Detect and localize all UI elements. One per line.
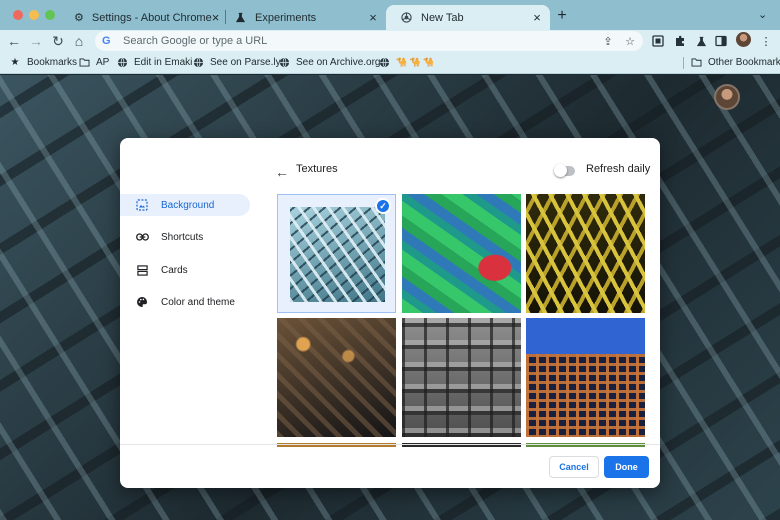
bookmark-label: See on Archive.org	[296, 56, 381, 68]
texture-tile-orange-grid-blue-sky[interactable]	[526, 318, 645, 437]
kebab-menu-icon[interactable]: ⋮	[759, 34, 773, 48]
star-icon: ★	[10, 56, 20, 68]
toolbar: ← → ↻ ⌂ G Search Google or type a URL ⇪ …	[0, 30, 780, 52]
home-icon[interactable]: ⌂	[70, 32, 88, 50]
menu-label: Shortcuts	[161, 231, 204, 243]
menu-label: Background	[161, 199, 215, 211]
bookmark-bookmarks[interactable]: ★ Bookmarks	[9, 56, 78, 68]
google-g-icon: G	[102, 35, 111, 47]
star-icon[interactable]: ☆	[621, 32, 639, 50]
globe-icon	[378, 56, 390, 68]
tab-strip: ⚙ Settings - About Chrome × Experiments …	[0, 0, 780, 30]
tab-label: New Tab	[421, 11, 464, 24]
zoom-window-button[interactable]	[45, 10, 55, 20]
back-arrow-icon[interactable]: ←	[274, 164, 290, 180]
chrome-globe-icon	[400, 11, 413, 24]
close-icon[interactable]: ×	[212, 10, 220, 25]
share-icon[interactable]: ⇪	[599, 32, 617, 50]
bookmark-edit-in-emaki[interactable]: Edit in Emaki	[116, 56, 192, 68]
bookmark-ap[interactable]: AP	[78, 56, 109, 68]
texture-tile-grey-facade[interactable]	[402, 318, 521, 437]
texture-tile-amber-lights[interactable]	[277, 318, 396, 437]
cards-icon	[135, 263, 149, 277]
bookmark-see-on-archive[interactable]: See on Archive.org	[278, 56, 381, 68]
cancel-button[interactable]: Cancel	[549, 456, 599, 478]
close-icon[interactable]: ×	[366, 10, 380, 25]
flask-icon	[234, 11, 247, 24]
bookmark-other-bookmarks[interactable]: Other Bookmarks	[690, 56, 780, 68]
tab-label: Settings - About Chrome	[91, 11, 212, 24]
sidebar-item-shortcuts[interactable]: Shortcuts	[120, 226, 250, 248]
close-window-button[interactable]	[13, 10, 23, 20]
sidebar-item-background[interactable]: Background	[120, 194, 250, 216]
texture-thumbnail	[277, 318, 396, 437]
bookmark-label: Bookmarks	[27, 56, 78, 68]
folder-icon	[78, 56, 90, 68]
selected-check-icon: ✓	[375, 198, 391, 214]
bookmarks-bar: ★ Bookmarks AP Edit in Emaki See on Pars…	[0, 52, 780, 74]
new-tab-button[interactable]: +	[555, 8, 569, 24]
globe-icon	[116, 56, 128, 68]
bookmark-label: Other Bookmarks	[708, 56, 780, 68]
texture-thumbnail	[526, 194, 645, 313]
omnibox[interactable]: G Search Google or type a URL ⇪ ☆	[95, 31, 643, 51]
sidebar-item-color-and-theme[interactable]: Color and theme	[120, 291, 250, 313]
bookmark-label: Edit in Emaki	[134, 56, 193, 68]
tab-experiments[interactable]: Experiments ×	[220, 5, 386, 30]
reload-icon[interactable]: ↻	[49, 32, 67, 50]
texture-tile-yellow-weave[interactable]	[526, 194, 645, 313]
bookmark-see-on-parsely[interactable]: See on Parse.ly	[192, 56, 281, 68]
ntp-avatar[interactable]	[714, 84, 740, 110]
extension-a-icon[interactable]	[651, 34, 665, 48]
texture-thumbnail	[526, 318, 645, 437]
tab-settings-about-chrome[interactable]: ⚙ Settings - About Chrome ×	[60, 5, 224, 30]
bookmarks-divider	[683, 57, 684, 69]
bookmark-label: See on Parse.ly	[210, 56, 281, 68]
refresh-daily-toggle[interactable]	[554, 164, 575, 177]
minimize-window-button[interactable]	[29, 10, 39, 20]
labs-icon[interactable]	[694, 34, 708, 48]
back-icon[interactable]: ←	[5, 32, 23, 50]
tab-new-tab[interactable]: New Tab ×	[386, 5, 550, 30]
close-icon[interactable]: ×	[530, 10, 544, 25]
texture-thumbnail	[402, 194, 521, 313]
gear-icon: ⚙	[74, 12, 84, 24]
globe-icon	[192, 56, 204, 68]
menu-label: Cards	[161, 264, 188, 276]
bookmark-extra[interactable]: 🐪 🐪 🐪	[378, 56, 435, 68]
globe-icon	[278, 56, 290, 68]
link-icon	[135, 230, 149, 244]
done-button[interactable]: Done	[604, 456, 649, 478]
menu-label: Color and theme	[161, 296, 235, 308]
texture-thumbnail	[290, 207, 385, 302]
forward-icon[interactable]: →	[27, 32, 45, 50]
tab-label: Experiments	[255, 11, 317, 24]
texture-tile-green-scales[interactable]	[402, 194, 521, 313]
background-icon	[135, 198, 149, 212]
camel-icons: 🐪 🐪 🐪	[396, 56, 435, 67]
customize-chrome-dialog: ← Textures Refresh daily Background Shor…	[120, 138, 660, 488]
omnibox-placeholder: Search Google or type a URL	[123, 35, 268, 47]
section-title: Textures	[296, 163, 338, 175]
texture-thumbnail	[402, 318, 521, 437]
palette-icon	[135, 295, 149, 309]
toggle-knob	[554, 164, 567, 177]
avatar[interactable]	[736, 32, 751, 47]
puzzle-icon[interactable]	[673, 34, 687, 48]
footer-divider	[120, 444, 660, 445]
side-panel-icon[interactable]	[714, 34, 728, 48]
refresh-daily-label: Refresh daily	[586, 163, 651, 175]
sidebar-item-cards[interactable]: Cards	[120, 259, 250, 281]
folder-icon	[690, 56, 702, 68]
bookmark-label: AP	[96, 56, 110, 68]
tab-search-chevron-icon[interactable]: ⌄	[758, 8, 767, 21]
